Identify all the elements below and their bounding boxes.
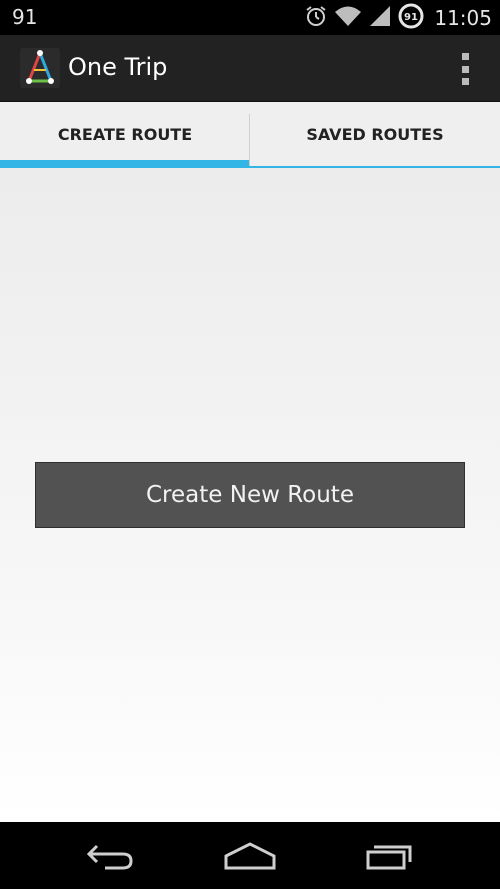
main-content: Create New Route <box>0 168 500 822</box>
status-time: 11:05 <box>434 6 492 30</box>
app-logo-icon[interactable] <box>20 48 60 88</box>
home-icon[interactable] <box>215 834 285 878</box>
status-icons: 91 11:05 <box>304 3 492 33</box>
tab-create-route[interactable]: CREATE ROUTE <box>0 102 250 168</box>
app-title: One Trip <box>68 53 168 81</box>
screen: 91 91 11:05 One Trip CREATE ROUTE SAVED … <box>0 0 500 889</box>
overflow-menu-icon[interactable] <box>460 53 470 85</box>
battery-icon: 91 <box>398 3 424 33</box>
tab-saved-routes[interactable]: SAVED ROUTES <box>250 102 500 166</box>
signal-icon <box>368 4 392 32</box>
tab-create-route-label: CREATE ROUTE <box>57 124 193 144</box>
recent-apps-icon[interactable] <box>355 834 425 878</box>
back-icon[interactable] <box>76 834 146 878</box>
wifi-icon <box>334 4 362 32</box>
alarm-icon <box>304 4 328 32</box>
action-bar: One Trip <box>0 35 500 102</box>
tab-saved-routes-label: SAVED ROUTES <box>306 124 444 144</box>
battery-percent-text: 91 <box>12 5 38 29</box>
tab-bar: CREATE ROUTE SAVED ROUTES <box>0 102 500 168</box>
navigation-bar <box>0 822 500 889</box>
overflow-dot <box>461 65 469 73</box>
overflow-dot <box>461 78 469 85</box>
create-new-route-button[interactable]: Create New Route <box>35 462 465 528</box>
status-bar: 91 91 11:05 <box>0 0 500 35</box>
overflow-dot <box>461 53 469 60</box>
battery-badge-text: 91 <box>404 12 418 23</box>
